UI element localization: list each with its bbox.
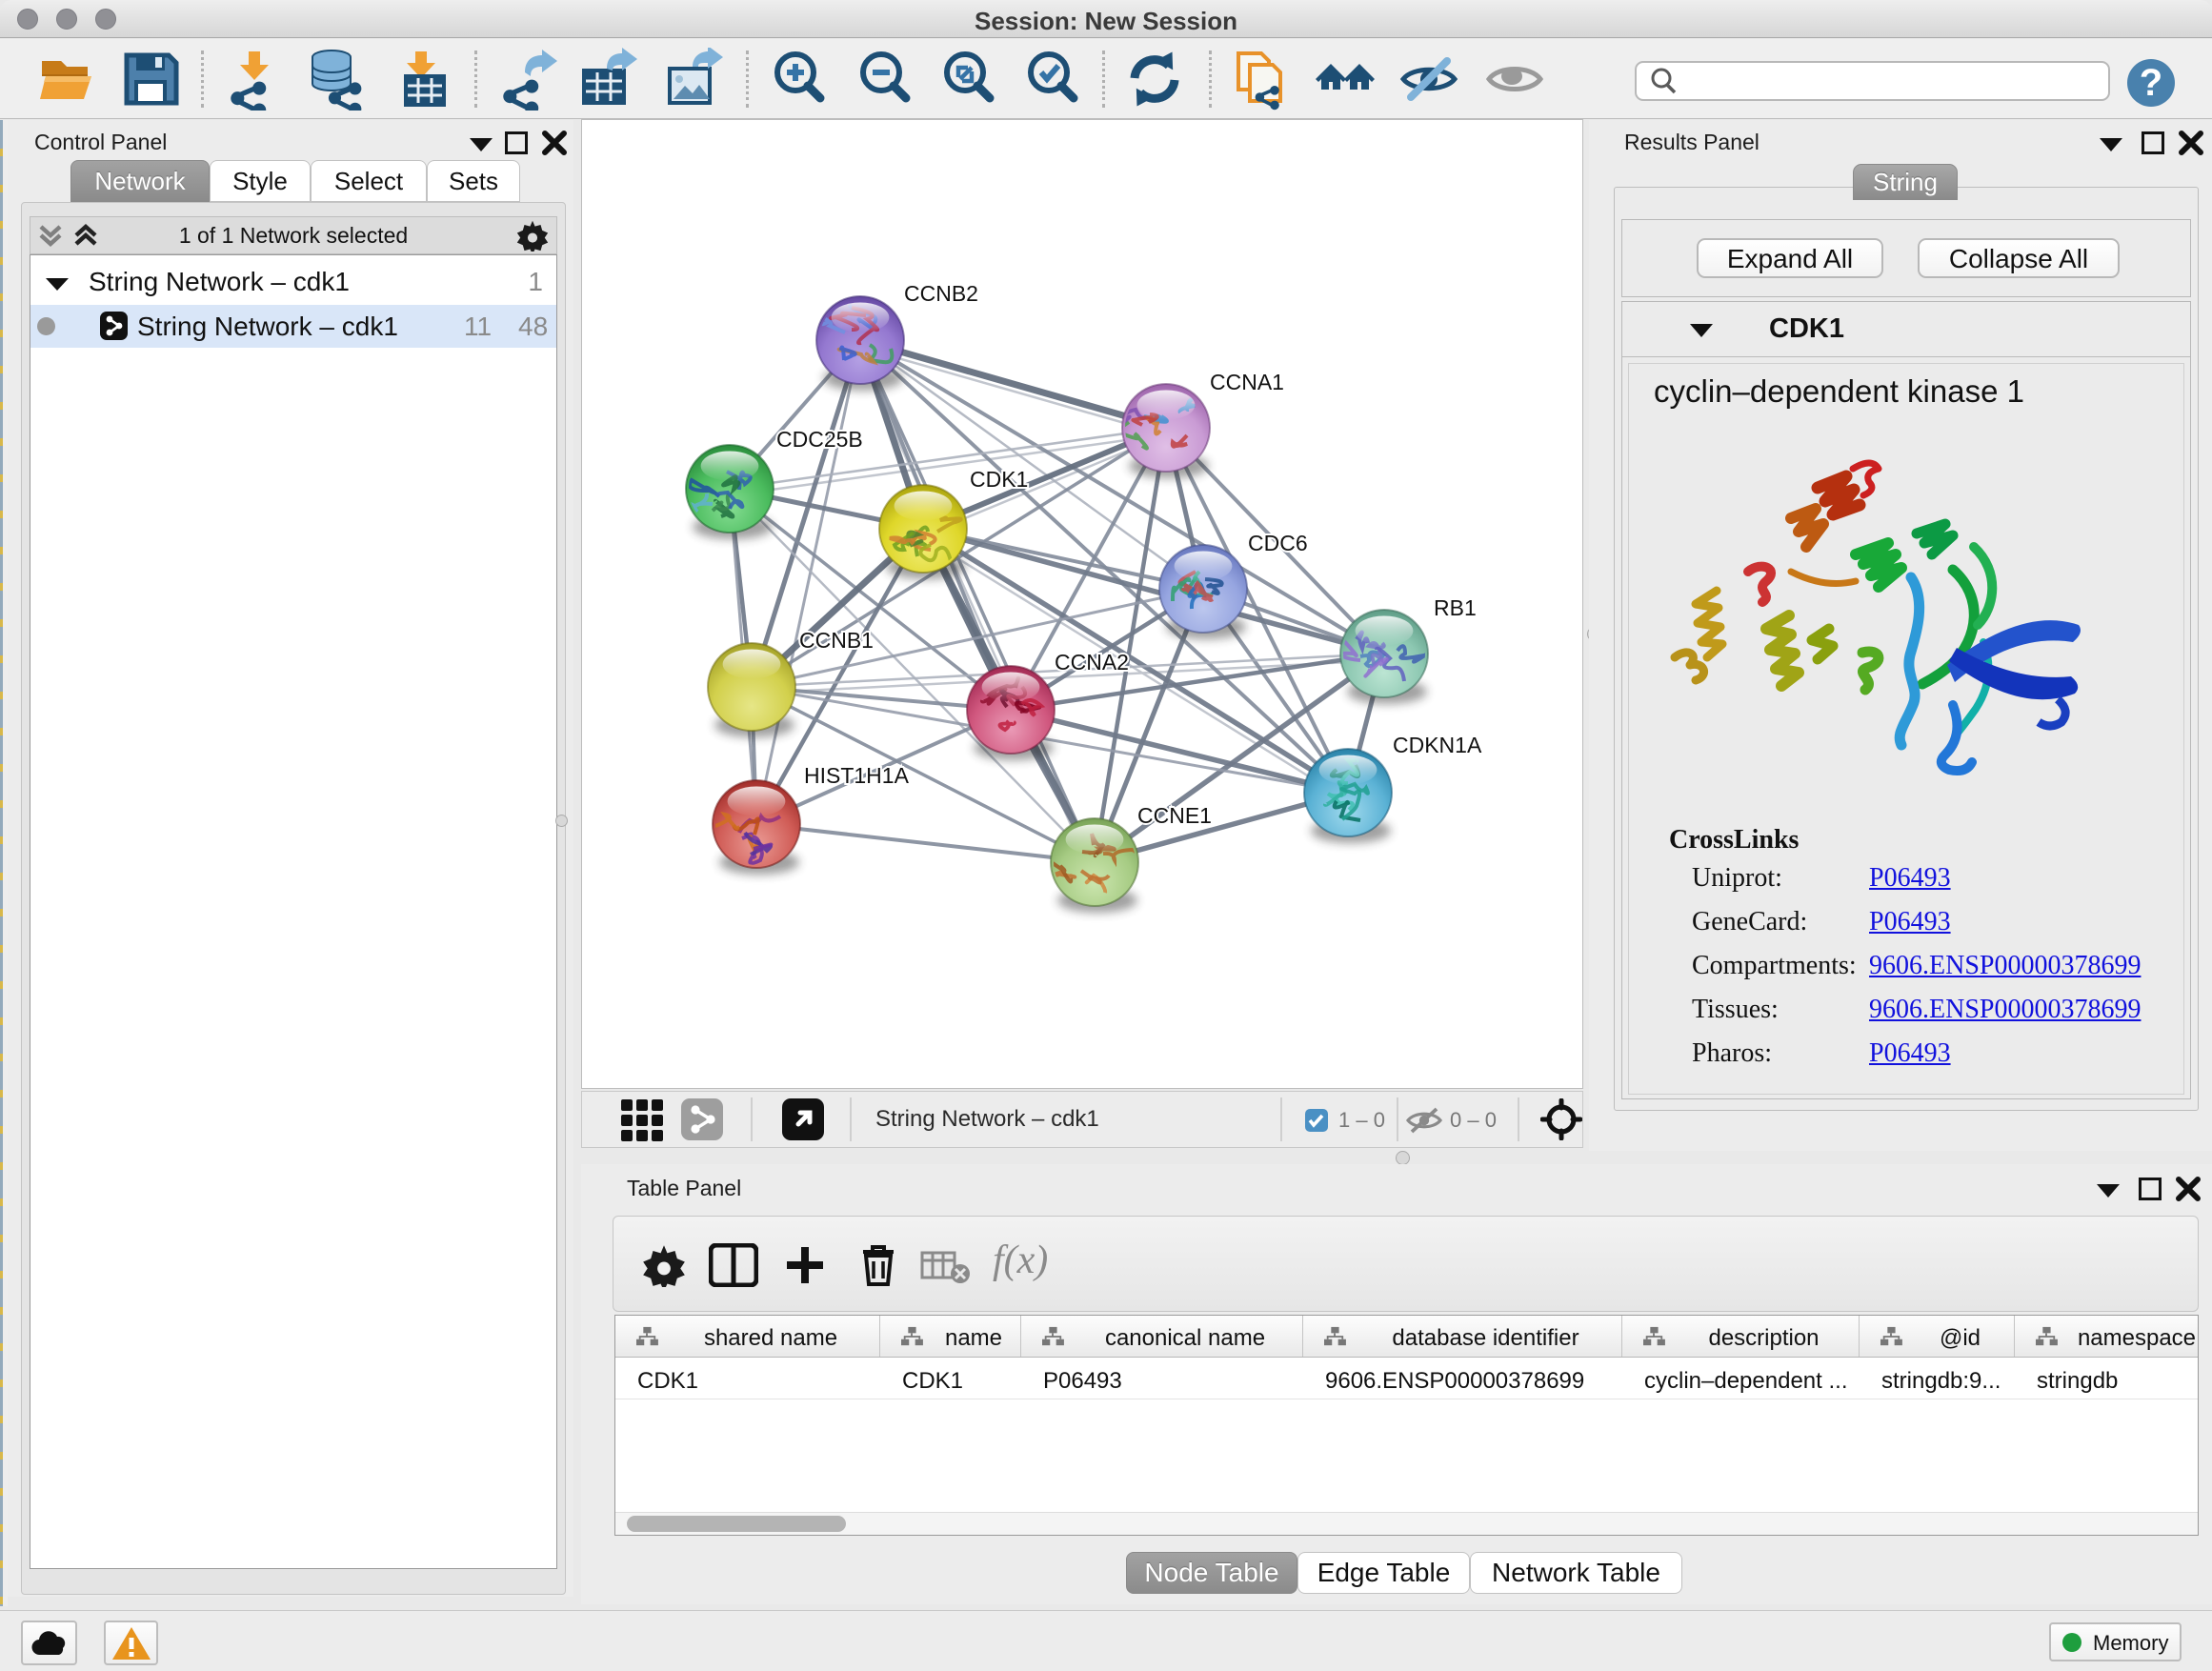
- svg-text:CCNA2: CCNA2: [1055, 650, 1129, 674]
- svg-text:RB1: RB1: [1434, 595, 1477, 620]
- svg-text:CCNB2: CCNB2: [904, 281, 978, 306]
- svg-text:CCNE1: CCNE1: [1137, 803, 1212, 828]
- svg-text:CDK1: CDK1: [970, 467, 1028, 492]
- svg-text:CDC6: CDC6: [1248, 531, 1308, 555]
- svg-text:CDC25B: CDC25B: [776, 427, 863, 452]
- svg-text:CCNB1: CCNB1: [799, 628, 874, 653]
- svg-text:HIST1H1A: HIST1H1A: [804, 763, 910, 788]
- svg-text:?: ?: [2140, 62, 2162, 104]
- svg-text:CDKN1A: CDKN1A: [1393, 733, 1482, 757]
- svg-text:CCNA1: CCNA1: [1210, 370, 1284, 394]
